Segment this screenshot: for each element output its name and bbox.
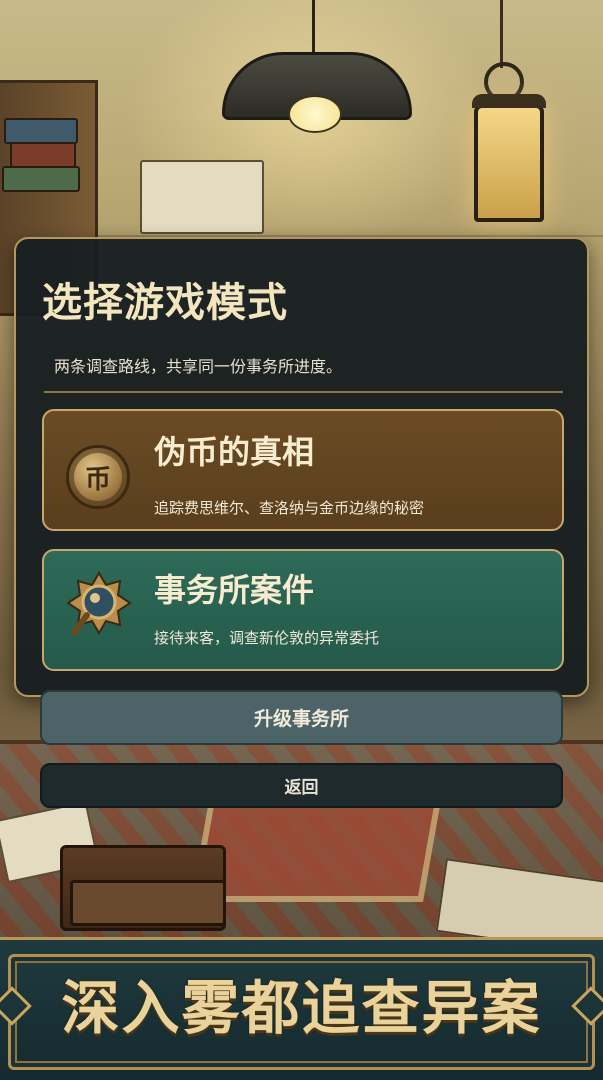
magnifier-icon — [66, 571, 132, 636]
mode-description: 追踪费思维尔、查洛纳与金币边缘的秘密 — [154, 499, 425, 517]
mode-description: 接待来客，调查新伦敦的异常委托 — [154, 629, 380, 647]
banner-text: 深入雾都追查异案 — [61, 974, 542, 1042]
dialog-subtitle: 两条调查路线，共享同一份事务所进度。 — [54, 357, 343, 376]
divider — [44, 391, 563, 393]
dialog-title: 选择游戏模式 — [42, 280, 288, 326]
mode-card-counterfeit[interactable]: 币 伪币的真相 追踪费思维尔、查洛纳与金币边缘的秘密 — [42, 409, 564, 531]
coin-icon: 币 — [66, 445, 130, 509]
back-button[interactable]: 返回 — [40, 763, 563, 808]
mode-select-dialog: 选择游戏模式 两条调查路线，共享同一份事务所进度。 币 伪币的真相 追踪费思维尔… — [14, 237, 589, 697]
upgrade-office-button[interactable]: 升级事务所 — [40, 690, 563, 745]
mode-title: 伪币的真相 — [154, 433, 315, 471]
promo-banner: 深入雾都追查异案 — [0, 937, 603, 1080]
mode-card-office-cases[interactable]: 事务所案件 接待来客，调查新伦敦的异常委托 — [42, 549, 564, 671]
lantern — [472, 94, 546, 222]
mode-title: 事务所案件 — [154, 571, 315, 609]
